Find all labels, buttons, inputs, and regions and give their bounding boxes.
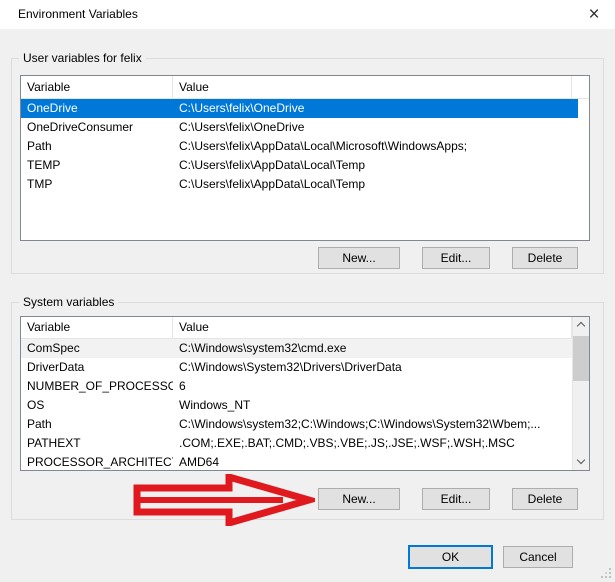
value-cell: C:\Users\felix\AppData\Local\Temp: [173, 175, 578, 194]
system-delete-button[interactable]: Delete: [512, 488, 578, 510]
system-new-button[interactable]: New...: [318, 488, 400, 510]
table-row[interactable]: Path C:\Windows\system32;C:\Windows;C:\W…: [21, 415, 572, 434]
red-arrow-annotation: [133, 474, 315, 526]
variable-cell: PATHEXT: [21, 434, 173, 453]
table-row[interactable]: PATHEXT .COM;.EXE;.BAT;.CMD;.VBS;.VBE;.J…: [21, 434, 572, 453]
chevron-up-icon: [577, 322, 585, 330]
scroll-up-button[interactable]: [573, 317, 590, 334]
variable-cell: Path: [21, 415, 173, 434]
variable-cell: ComSpec: [21, 339, 173, 358]
user-table-header: Variable Value: [21, 76, 589, 99]
scroll-down-button[interactable]: [573, 453, 590, 470]
variable-cell: NUMBER_OF_PROCESSORS: [21, 377, 173, 396]
value-cell: C:\Users\felix\OneDrive: [173, 118, 578, 137]
table-row[interactable]: PROCESSOR_ARCHITECTURE AMD64: [21, 453, 572, 471]
column-header-value: Value: [173, 317, 572, 338]
value-cell: C:\Users\felix\OneDrive: [173, 99, 578, 118]
variable-cell: DriverData: [21, 358, 173, 377]
variable-cell: Path: [21, 137, 173, 156]
variable-cell: OS: [21, 396, 173, 415]
window-title: Environment Variables: [18, 7, 138, 21]
value-cell: C:\Windows\system32\cmd.exe: [173, 339, 572, 358]
system-table-header: Variable Value: [21, 317, 589, 339]
value-cell: C:\Users\felix\AppData\Local\Temp: [173, 156, 578, 175]
table-row[interactable]: DriverData C:\Windows\System32\Drivers\D…: [21, 358, 572, 377]
column-header-variable: Variable: [21, 317, 173, 338]
vertical-scrollbar[interactable]: [572, 317, 589, 470]
system-variables-table: Variable Value ComSpec C:\Windows\system…: [20, 316, 590, 471]
resize-grip[interactable]: [600, 567, 612, 579]
system-variables-group-label: System variables: [19, 295, 118, 309]
table-row[interactable]: ComSpec C:\Windows\system32\cmd.exe: [21, 339, 572, 358]
value-cell: .COM;.EXE;.BAT;.CMD;.VBS;.VBE;.JS;.JSE;.…: [173, 434, 572, 453]
table-row[interactable]: OneDrive C:\Users\felix\OneDrive: [21, 99, 578, 118]
environment-variables-dialog: Environment Variables × User variables f…: [0, 0, 615, 582]
variable-cell: OneDrive: [21, 99, 173, 118]
table-row[interactable]: OS Windows_NT: [21, 396, 572, 415]
variable-cell: PROCESSOR_ARCHITECTURE: [21, 453, 173, 471]
user-delete-button[interactable]: Delete: [512, 247, 578, 269]
table-row[interactable]: TEMP C:\Users\felix\AppData\Local\Temp: [21, 156, 578, 175]
user-variables-group-label: User variables for felix: [19, 51, 146, 65]
user-new-button[interactable]: New...: [318, 247, 400, 269]
table-row[interactable]: Path C:\Users\felix\AppData\Local\Micros…: [21, 137, 578, 156]
variable-cell: TEMP: [21, 156, 173, 175]
cancel-button[interactable]: Cancel: [503, 546, 573, 568]
value-cell: Windows_NT: [173, 396, 572, 415]
ok-button[interactable]: OK: [408, 545, 493, 569]
value-cell: C:\Users\felix\AppData\Local\Microsoft\W…: [173, 137, 578, 156]
close-icon: ×: [588, 4, 599, 25]
value-cell: C:\Windows\system32;C:\Windows;C:\Window…: [173, 415, 572, 434]
system-edit-button[interactable]: Edit...: [422, 488, 490, 510]
column-header-value: Value: [173, 76, 572, 98]
title-bar: Environment Variables ×: [0, 0, 615, 29]
column-header-variable: Variable: [21, 76, 173, 98]
user-edit-button[interactable]: Edit...: [422, 247, 490, 269]
table-row[interactable]: NUMBER_OF_PROCESSORS 6: [21, 377, 572, 396]
table-row[interactable]: TMP C:\Users\felix\AppData\Local\Temp: [21, 175, 578, 194]
value-cell: C:\Windows\System32\Drivers\DriverData: [173, 358, 572, 377]
chevron-down-icon: [577, 456, 585, 464]
user-variables-table: Variable Value OneDrive C:\Users\felix\O…: [20, 75, 590, 241]
variable-cell: TMP: [21, 175, 173, 194]
value-cell: AMD64: [173, 453, 572, 471]
table-row[interactable]: OneDriveConsumer C:\Users\felix\OneDrive: [21, 118, 578, 137]
value-cell: 6: [173, 377, 572, 396]
scrollbar-thumb[interactable]: [573, 336, 590, 381]
close-button[interactable]: ×: [579, 2, 609, 27]
variable-cell: OneDriveConsumer: [21, 118, 173, 137]
